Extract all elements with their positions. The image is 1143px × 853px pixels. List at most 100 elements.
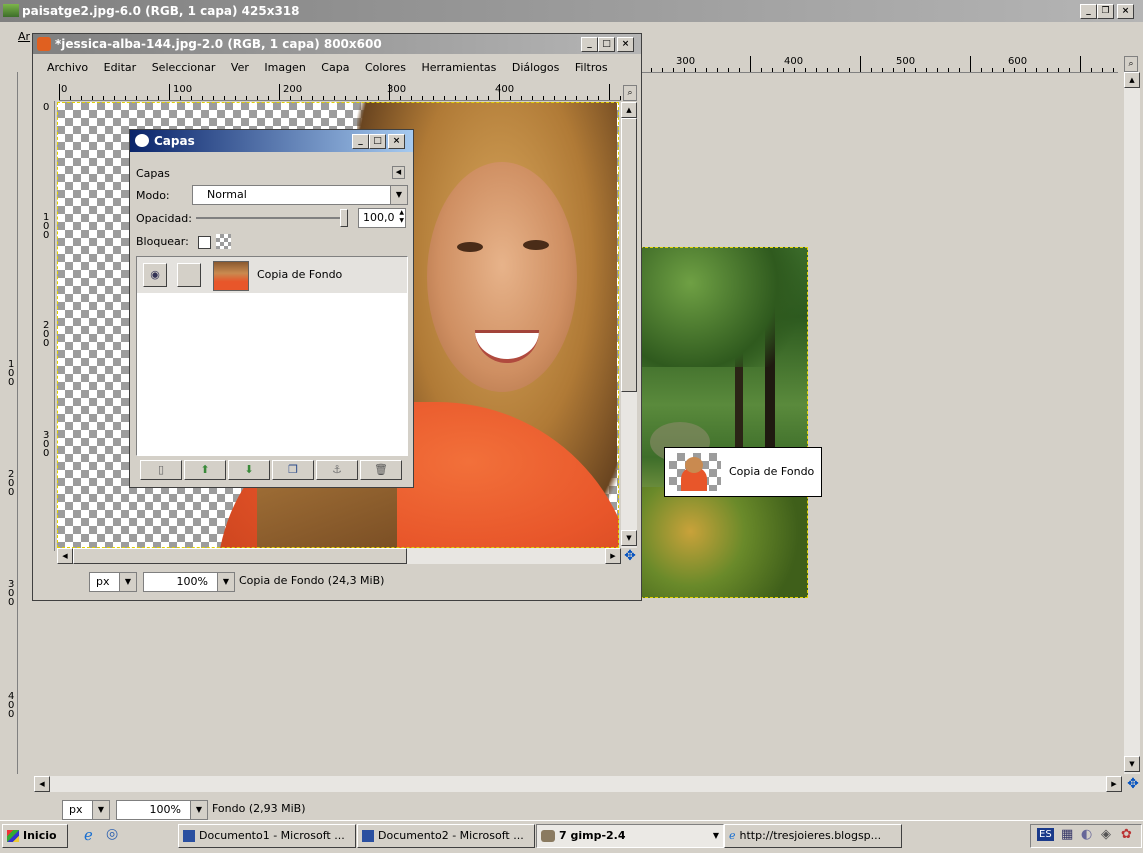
lower-layer-button[interactable]: ⬇ [228, 460, 270, 480]
anchor-layer-button[interactable]: ⚓ [316, 460, 358, 480]
ruler-tick [158, 96, 159, 100]
zoom-fit-icon[interactable]: ⌕ [623, 85, 637, 101]
navigate-icon[interactable]: ✥ [1125, 776, 1141, 792]
task-documento2[interactable]: Documento2 - Microsoft ... [357, 824, 535, 848]
opacity-slider-thumb[interactable] [340, 209, 348, 227]
inner-vertical-scrollbar[interactable]: ▲ ▼ [621, 102, 637, 548]
maximize-button[interactable]: □ [598, 37, 615, 52]
ruler-tick [389, 84, 390, 100]
raise-layer-button[interactable]: ⬆ [184, 460, 226, 480]
minimize-button[interactable]: _ [581, 37, 598, 52]
close-button[interactable]: × [617, 37, 634, 52]
eye-icon[interactable]: ◉ [143, 263, 167, 287]
ruler-tick [860, 56, 861, 72]
lock-alpha-icon[interactable] [216, 234, 231, 249]
outer-title-bar[interactable]: paisatge2.jpg-6.0 (RGB, 1 capa) 425x318 … [0, 0, 1143, 22]
outer-menu-stub[interactable]: Ar [18, 30, 30, 43]
ruler-tick [783, 68, 784, 72]
outer-zoom-select[interactable]: 100% ▼ [116, 800, 208, 820]
outer-unit-select[interactable]: px ▼ [62, 800, 110, 820]
task-browser[interactable]: ℯ http://tresjoieres.blogsp... [724, 824, 902, 848]
menu-ver[interactable]: Ver [231, 61, 249, 74]
task-gimp[interactable]: 7 gimp-2.4 ▼ [536, 824, 724, 848]
scroll-right-button[interactable]: ▶ [605, 548, 621, 564]
delete-layer-button[interactable]: 🗑 [360, 460, 402, 480]
ie-icon[interactable]: ℯ [84, 826, 93, 844]
minimize-button[interactable]: _ [352, 134, 369, 149]
task-documento1[interactable]: Documento1 - Microsoft ... [178, 824, 356, 848]
menu-capa[interactable]: Capa [321, 61, 349, 74]
ruler-tick [882, 68, 883, 72]
mode-label: Modo: [136, 189, 170, 202]
tab-menu-icon[interactable]: ◀ [392, 166, 405, 179]
duplicate-layer-button[interactable]: ❐ [272, 460, 314, 480]
start-button[interactable]: Inicio [2, 824, 68, 848]
ruler-tick [169, 84, 170, 100]
menu-colores[interactable]: Colores [365, 61, 406, 74]
menu-imagen[interactable]: Imagen [264, 61, 305, 74]
outer-horizontal-scrollbar[interactable]: ◀ ▶ [34, 776, 1122, 792]
menu-archivo[interactable]: Archivo [47, 61, 88, 74]
ruler-label: 2 0 0 [43, 320, 50, 349]
layer-row[interactable]: ◉ Copia de Fondo [137, 257, 407, 293]
opacity-slider[interactable] [196, 209, 348, 227]
opacity-label: Opacidad: [136, 212, 192, 225]
menu-editar[interactable]: Editar [104, 61, 137, 74]
menu-seleccionar[interactable]: Seleccionar [152, 61, 216, 74]
scroll-thumb[interactable] [621, 118, 637, 392]
opacity-spinner[interactable]: 100,0 ▲ ▼ [358, 208, 406, 228]
scroll-right-button[interactable]: ▶ [1106, 776, 1122, 792]
maximize-button[interactable]: □ [369, 134, 386, 149]
scroll-down-button[interactable]: ▼ [621, 530, 637, 546]
menu-dialogos[interactable]: Diálogos [512, 61, 560, 74]
scroll-up-button[interactable]: ▲ [621, 102, 637, 118]
security-icon[interactable]: ◐ [1081, 827, 1092, 842]
mode-select[interactable]: Normal ▼ [192, 185, 408, 205]
close-button[interactable]: × [388, 134, 405, 149]
menu-herramientas[interactable]: Herramientas [421, 61, 496, 74]
ruler-tick [620, 96, 621, 100]
outer-vertical-scrollbar[interactable]: ▲ ▼ [1124, 72, 1140, 774]
inner-zoom-select[interactable]: 100% ▼ [143, 572, 235, 592]
ruler-tick [1036, 68, 1037, 72]
zoom-fit-icon[interactable]: ⌕ [1124, 56, 1138, 72]
tray-app-icon[interactable]: ✿ [1121, 827, 1132, 842]
landscape-image[interactable] [640, 247, 808, 598]
ruler-tick [915, 68, 916, 72]
language-indicator[interactable]: ES [1037, 828, 1054, 841]
quicklaunch-icon[interactable]: ◎ [106, 826, 118, 842]
task-label: http://tresjoieres.blogsp... [739, 829, 882, 842]
ruler-tick [532, 96, 533, 100]
spinner-arrows-icon[interactable]: ▲ ▼ [399, 209, 404, 225]
restore-button[interactable]: ❐ [1097, 4, 1114, 19]
chain-toggle[interactable] [177, 263, 201, 287]
scroll-thumb[interactable] [73, 548, 407, 564]
layers-dialog[interactable]: Capas _ □ × Capas ◀ Modo: Normal ▼ Opaci… [129, 129, 414, 488]
ruler-tick [180, 96, 181, 100]
volume-icon[interactable]: ◈ [1101, 827, 1111, 842]
outer-horizontal-ruler: 300 400 500 600 [640, 55, 1118, 73]
ruler-tick [400, 96, 401, 100]
scroll-left-button[interactable]: ◀ [34, 776, 50, 792]
word-icon [362, 830, 374, 842]
lock-pixels-checkbox[interactable] [198, 236, 211, 249]
menu-filtros[interactable]: Filtros [575, 61, 608, 74]
minimize-button[interactable]: _ [1080, 4, 1097, 19]
scroll-up-button[interactable]: ▲ [1124, 72, 1140, 88]
new-layer-button[interactable]: ▯ [140, 460, 182, 480]
inner-title-bar[interactable]: *jessica-alba-144.jpg-2.0 (RGB, 1 capa) … [33, 34, 641, 54]
inner-unit-value: px [96, 575, 110, 588]
navigate-icon[interactable]: ✥ [622, 548, 638, 564]
ruler-tick [125, 96, 126, 100]
scroll-left-button[interactable]: ◀ [57, 548, 73, 564]
scroll-down-button[interactable]: ▼ [1124, 756, 1140, 772]
ruler-tick [1047, 68, 1048, 72]
ruler-tick [794, 68, 795, 72]
close-button[interactable]: × [1117, 4, 1134, 19]
network-icon[interactable]: ▦ [1061, 827, 1073, 842]
layers-title-bar[interactable]: Capas _ □ × [130, 130, 413, 152]
inner-horizontal-scrollbar[interactable]: ◀ ▶ [57, 548, 621, 564]
ruler-tick [147, 96, 148, 100]
ruler-tick [992, 68, 993, 72]
inner-unit-select[interactable]: px ▼ [89, 572, 137, 592]
